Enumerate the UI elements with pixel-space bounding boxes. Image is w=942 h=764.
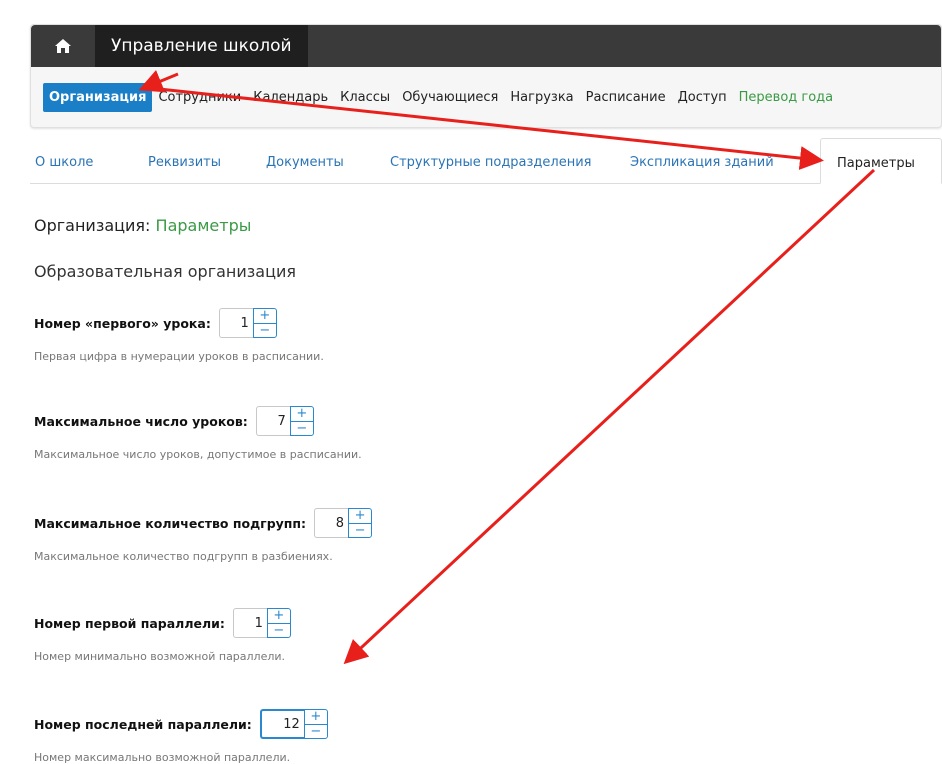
nav-item-classes[interactable]: Классы <box>334 83 396 112</box>
max-lessons-stepper: + − <box>255 406 314 436</box>
increment-button[interactable]: + <box>253 309 276 324</box>
increment-button[interactable]: + <box>349 509 372 524</box>
field-label: Номер первой параллели: <box>34 615 225 631</box>
tab-parameters[interactable]: Параметры <box>820 138 942 184</box>
top-navigation: Управление школой Организация Сотрудники… <box>30 24 942 128</box>
last-parallel-input[interactable] <box>259 709 304 739</box>
field-max-lessons: Максимальное число уроков: + − Максималь… <box>34 406 362 461</box>
field-max-subgroups: Максимальное количество подгрупп: + − Ма… <box>34 508 373 563</box>
tab-about-school[interactable]: О школе <box>35 138 93 184</box>
field-label: Максимальное количество подгрупп: <box>34 515 307 531</box>
tab-bar: О школе Реквизиты Документы Структурные … <box>30 138 942 184</box>
tab-requisites[interactable]: Реквизиты <box>148 138 221 184</box>
page-title-prefix: Организация: <box>34 216 151 235</box>
field-label: Номер «первого» урока: <box>34 315 211 331</box>
section-title: Образовательная организация <box>34 262 296 281</box>
field-hint: Первая цифра в нумерации уроков в распис… <box>34 350 324 363</box>
field-hint: Максимальное число уроков, допустимое в … <box>34 448 362 461</box>
nav-item-access[interactable]: Доступ <box>672 83 733 112</box>
field-hint: Номер максимально возможной параллели. <box>34 751 291 764</box>
tab-structural-units[interactable]: Структурные подразделения <box>390 138 592 184</box>
last-parallel-stepper: + − <box>259 709 328 739</box>
page-title: Организация: Параметры <box>34 216 251 235</box>
decrement-button[interactable]: − <box>349 524 371 538</box>
field-first-lesson-number: Номер «первого» урока: + − Первая цифра … <box>34 308 324 363</box>
tab-building-explication[interactable]: Экспликация зданий <box>630 138 774 184</box>
nav-item-schedule[interactable]: Расписание <box>580 83 672 112</box>
first-parallel-input[interactable] <box>232 608 267 638</box>
max-subgroups-stepper: + − <box>314 508 373 538</box>
decrement-button[interactable]: − <box>291 422 313 436</box>
field-first-parallel: Номер первой параллели: + − Номер минима… <box>34 608 291 663</box>
max-lessons-input[interactable] <box>255 406 290 436</box>
nav-item-staff[interactable]: Сотрудники <box>152 83 247 112</box>
nav-item-calendar[interactable]: Календарь <box>247 83 334 112</box>
field-hint: Максимальное количество подгрупп в разби… <box>34 550 333 563</box>
title-bar: Управление школой <box>31 25 941 67</box>
field-last-parallel: Номер последней параллели: + − Номер мак… <box>34 709 328 764</box>
app-title[interactable]: Управление школой <box>95 25 308 67</box>
field-hint: Номер минимально возможной параллели. <box>34 650 286 663</box>
tab-documents[interactable]: Документы <box>266 138 344 184</box>
field-label: Максимальное число уроков: <box>34 413 248 429</box>
page-title-section: Параметры <box>155 216 252 235</box>
decrement-button[interactable]: − <box>268 624 290 638</box>
home-button[interactable] <box>31 25 95 67</box>
field-label: Номер последней параллели: <box>34 716 252 732</box>
nav-item-workload[interactable]: Нагрузка <box>504 83 579 112</box>
nav-item-organization[interactable]: Организация <box>43 83 153 112</box>
nav-item-year-transfer[interactable]: Перевод года <box>733 83 840 112</box>
first-lesson-stepper: + − <box>218 308 277 338</box>
decrement-button[interactable]: − <box>305 725 327 739</box>
annotation-arrow <box>343 168 876 665</box>
decrement-button[interactable]: − <box>254 324 276 338</box>
main-nav: Организация Сотрудники Календарь Классы … <box>43 83 839 112</box>
first-parallel-stepper: + − <box>232 608 291 638</box>
nav-item-students[interactable]: Обучающиеся <box>396 83 504 112</box>
increment-button[interactable]: + <box>290 407 313 422</box>
home-icon <box>55 39 71 53</box>
max-subgroups-input[interactable] <box>314 508 349 538</box>
first-lesson-input[interactable] <box>218 308 253 338</box>
increment-button[interactable]: + <box>267 609 290 624</box>
increment-button[interactable]: + <box>304 710 327 725</box>
